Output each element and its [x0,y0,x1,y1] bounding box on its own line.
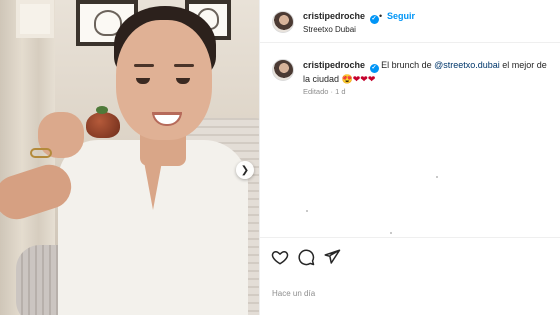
post-photo[interactable]: ❯ [0,0,259,315]
username-link[interactable]: cristipedroche ✓ [303,11,379,24]
verified-badge-icon: ✓ [369,15,379,24]
pastry [86,106,120,138]
post-header: cristipedroche ✓ • Seguir Streetxo Dubai [260,0,560,43]
caption-avatar[interactable] [272,59,294,81]
heart-icon[interactable] [271,248,289,266]
send-icon[interactable] [323,248,341,266]
compression-speck [306,210,308,212]
caption-meta: Editado · 1 d [303,87,346,96]
caption-text: El brunch de [381,60,435,70]
person-face [116,20,212,140]
avatar[interactable] [272,11,294,33]
compression-speck [436,176,438,178]
compression-speck [390,232,392,234]
username-text: cristipedroche [303,11,366,21]
caption-username-link[interactable]: cristipedroche ✓ [303,60,381,73]
post-details-panel: cristipedroche ✓ • Seguir Streetxo Dubai… [259,0,560,315]
post-timestamp[interactable]: Hace un día [272,289,315,298]
next-photo-button[interactable]: ❯ [236,161,254,179]
caption-username-text: cristipedroche [303,60,366,70]
separator-dot: • [379,11,383,21]
mention-link[interactable]: @streetxo.dubai [434,60,500,70]
post-actions-bar [260,237,560,277]
wall-frame [16,0,54,38]
post-caption: cristipedroche ✓ El brunch de @streetxo.… [303,59,553,86]
verified-badge-icon: ✓ [369,64,379,73]
follow-button[interactable]: Seguir [387,11,415,21]
caption-emojis: 😍❤❤❤ [341,74,376,84]
chevron-right-icon: ❯ [240,164,250,176]
bracelet [30,148,52,158]
location-link[interactable]: Streetxo Dubai [303,25,356,34]
white-blouse [58,140,248,315]
comment-icon[interactable] [297,248,315,266]
